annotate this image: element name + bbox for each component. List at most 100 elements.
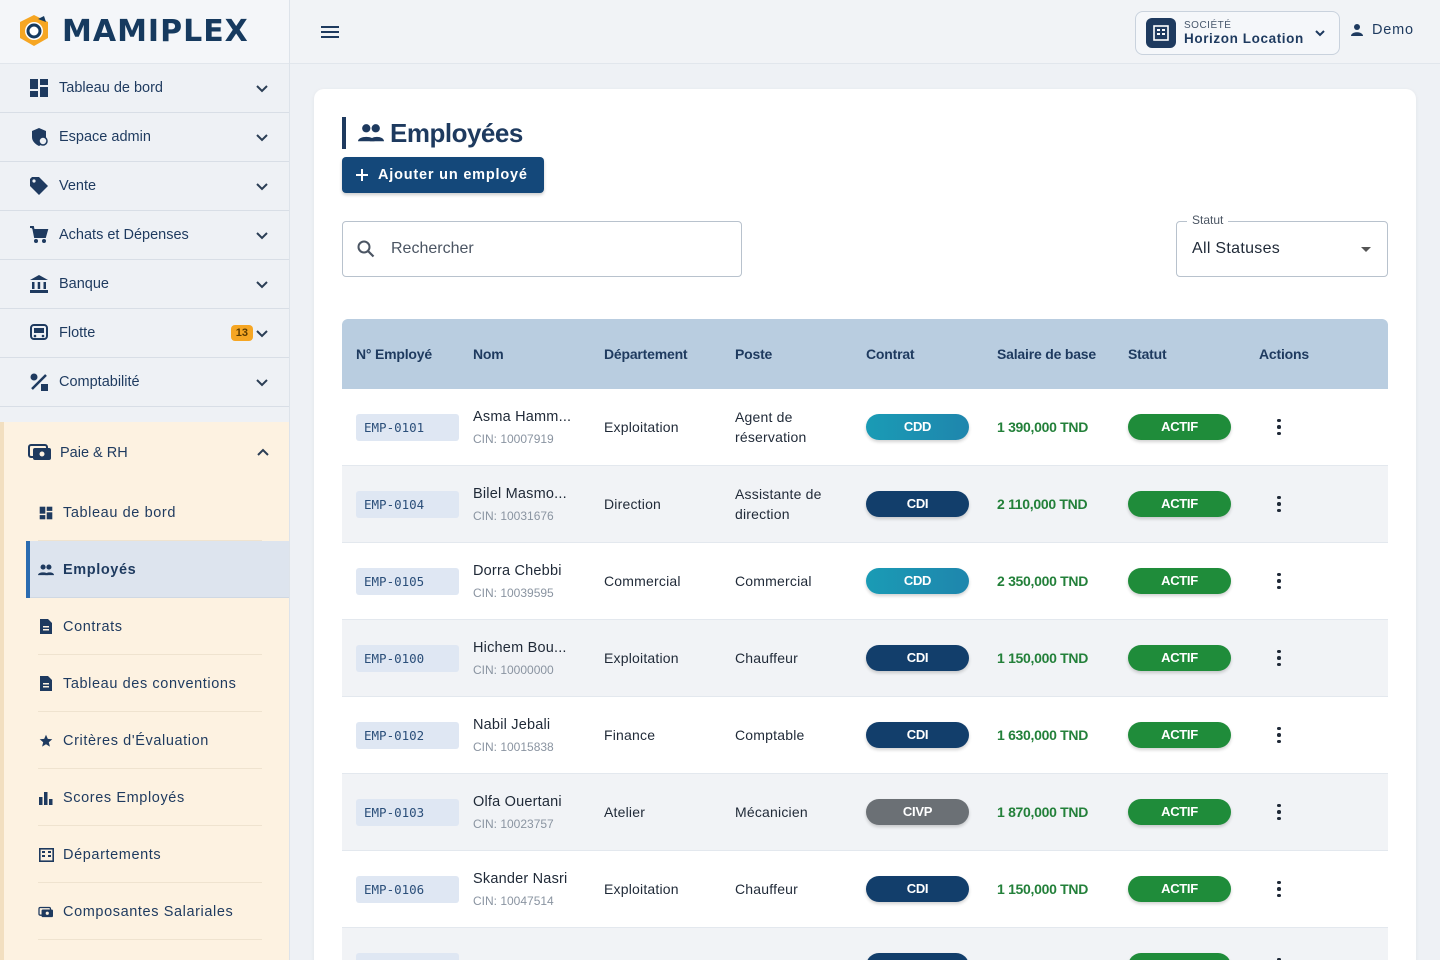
employee-position: Chauffeur	[735, 650, 799, 666]
table-row[interactable]: EMP-0105 Dorra Chebbi CIN: 10039595 Commerc…	[342, 543, 1388, 620]
more-actions-icon[interactable]	[1269, 417, 1289, 437]
employee-name[interactable]: Hichem Bou...	[473, 640, 579, 656]
column-header[interactable]: Poste	[735, 346, 866, 362]
cell-contract: CDD	[866, 414, 997, 440]
more-actions-icon[interactable]	[1269, 494, 1289, 514]
cell-contract: CDI	[866, 953, 997, 960]
cell-employee-id: EMP-0100	[342, 644, 473, 672]
column-header: Actions	[1259, 346, 1309, 362]
sidebar-item-tableau-de-bord[interactable]: Tableau de bord	[0, 64, 289, 113]
employee-name[interactable]: Skander Nasri	[473, 871, 579, 887]
table-row[interactable]: EMP-0106 Skander Nasri CIN: 10047514 Exploi…	[342, 851, 1388, 928]
base-salary: 1 870,000 TND	[997, 804, 1089, 820]
employee-id-chip[interactable]: EMP-0100	[356, 644, 459, 672]
sidebar-item-label: Banque	[59, 276, 109, 292]
table-row[interactable]: EMP-0102 Nabil Jebali CIN: 10015838 Finance…	[342, 697, 1388, 774]
search-field[interactable]	[342, 221, 742, 277]
dashboard-icon	[38, 505, 54, 521]
base-salary: 1 150,000 TND	[997, 881, 1089, 897]
employee-name[interactable]: Dorra Chebbi	[473, 563, 579, 579]
column-header[interactable]: Contrat	[866, 346, 997, 362]
sidebar-item-banque[interactable]: Banque	[0, 260, 289, 309]
cell-status: ACTIF	[1128, 953, 1259, 960]
column-header[interactable]: Statut	[1128, 346, 1259, 362]
employee-department: Finance	[604, 727, 656, 743]
employee-id-chip[interactable]: EMP-0104	[356, 490, 459, 518]
column-header[interactable]: Département	[604, 346, 735, 362]
status-filter-select[interactable]: Statut All Statuses	[1176, 213, 1388, 277]
menu-icon[interactable]	[320, 22, 340, 42]
employee-department: Exploitation	[604, 650, 679, 666]
employee-name[interactable]: Asma Hamm...	[473, 409, 579, 425]
status-badge: ACTIF	[1128, 568, 1231, 594]
employee-id-chip[interactable]: EMP-0103	[356, 798, 459, 826]
employee-name[interactable]: Nabil Jebali	[473, 717, 579, 733]
employee-id-chip[interactable]: EMP-0107	[356, 952, 459, 960]
more-actions-icon[interactable]	[1269, 802, 1289, 822]
employee-name[interactable]: Bilel Masmo...	[473, 486, 579, 502]
employee-department: Direction	[604, 496, 662, 512]
column-header[interactable]: Salaire de base	[997, 346, 1128, 362]
sub-item-employes[interactable]: Employés	[26, 541, 289, 598]
sub-item-composantes[interactable]: Composantes Salariales	[4, 883, 289, 940]
sidebar-item-comptabilite[interactable]: Comptabilité	[0, 358, 289, 407]
table-row[interactable]: EMP-0100 Hichem Bou... CIN: 10000000 Exploi…	[342, 620, 1388, 697]
status-badge: ACTIF	[1128, 799, 1231, 825]
employee-id-chip[interactable]: EMP-0102	[356, 721, 459, 749]
status-badge: ACTIF	[1128, 491, 1231, 517]
company-selector[interactable]: SOCIÉTÉ Horizon Location	[1135, 11, 1340, 55]
more-actions-icon[interactable]	[1269, 571, 1289, 591]
table-row[interactable]: EMP-0107Yosra KarrayAgent deCDIACTIF	[342, 928, 1388, 960]
sidebar-section-paie-rh: Paie & RH Tableau de bord Employés Contr…	[0, 422, 289, 960]
employee-id-chip[interactable]: EMP-0101	[356, 413, 459, 441]
status-filter-value: All Statuses	[1192, 240, 1281, 257]
cell-employee-id: EMP-0103	[342, 798, 473, 826]
table-row[interactable]: EMP-0104 Bilel Masmo... CIN: 10031676 Direc…	[342, 466, 1388, 543]
employee-name[interactable]: Olfa Ouertani	[473, 794, 579, 810]
sidebar-item-espace-admin[interactable]: Espace admin	[0, 113, 289, 162]
cell-actions	[1259, 879, 1378, 899]
sidebar-item-flotte[interactable]: Flotte 13	[0, 309, 289, 358]
employee-id-chip[interactable]: EMP-0105	[356, 567, 459, 595]
column-header[interactable]: Nom	[473, 346, 604, 362]
cell-actions	[1259, 494, 1378, 514]
table-row[interactable]: EMP-0103 Olfa Ouertani CIN: 10023757 Atelie…	[342, 774, 1388, 851]
more-actions-icon[interactable]	[1269, 648, 1289, 668]
sidebar-item-achats[interactable]: Achats et Dépenses	[0, 211, 289, 260]
more-actions-icon[interactable]	[1269, 956, 1289, 960]
employee-position: Agent de réservation	[735, 409, 807, 445]
add-employee-button[interactable]: Ajouter un employé	[342, 157, 544, 193]
sub-item-tableau-de-bord[interactable]: Tableau de bord	[4, 484, 289, 541]
topbar: SOCIÉTÉ Horizon Location Demo	[290, 0, 1440, 64]
bar-chart-icon	[38, 790, 54, 806]
sidebar-item-label: Paie & RH	[60, 445, 128, 461]
table-row[interactable]: EMP-0101 Asma Hamm... CIN: 10007919 Exploit…	[342, 389, 1388, 466]
status-filter-legend: Statut	[1187, 213, 1229, 227]
people-icon	[358, 124, 384, 142]
chevron-down-icon	[256, 379, 268, 387]
cell-contract: CIVP	[866, 799, 997, 825]
more-actions-icon[interactable]	[1269, 879, 1289, 899]
base-salary: 2 350,000 TND	[997, 573, 1089, 589]
cell-status: ACTIF	[1128, 568, 1259, 594]
sub-item-contrats[interactable]: Contrats	[4, 598, 289, 655]
sidebar-item-paie-rh[interactable]: Paie & RH	[4, 422, 289, 484]
chevron-down-icon	[256, 85, 268, 93]
sub-item-label: Départements	[63, 846, 162, 863]
sub-item-scores[interactable]: Scores Employés	[4, 769, 289, 826]
logo[interactable]: MAMIPLEX	[0, 0, 289, 64]
plus-icon	[356, 169, 368, 181]
employees-table: N° Employé Nom Département Poste Contrat…	[342, 319, 1388, 960]
search-input[interactable]	[391, 240, 711, 258]
column-header[interactable]: N° Employé	[342, 346, 473, 362]
sub-item-tableau-conventions[interactable]: Tableau des conventions	[4, 655, 289, 712]
sidebar-item-vente[interactable]: Vente	[0, 162, 289, 211]
user-menu[interactable]: Demo	[1350, 22, 1414, 38]
sub-item-departements[interactable]: Départements	[4, 826, 289, 883]
sub-item-criteres[interactable]: Critères d'Évaluation	[4, 712, 289, 769]
cell-actions	[1259, 571, 1378, 591]
more-actions-icon[interactable]	[1269, 725, 1289, 745]
contract-badge: CDI	[866, 876, 969, 902]
employee-id-chip[interactable]: EMP-0106	[356, 875, 459, 903]
employee-position: Comptable	[735, 727, 805, 743]
